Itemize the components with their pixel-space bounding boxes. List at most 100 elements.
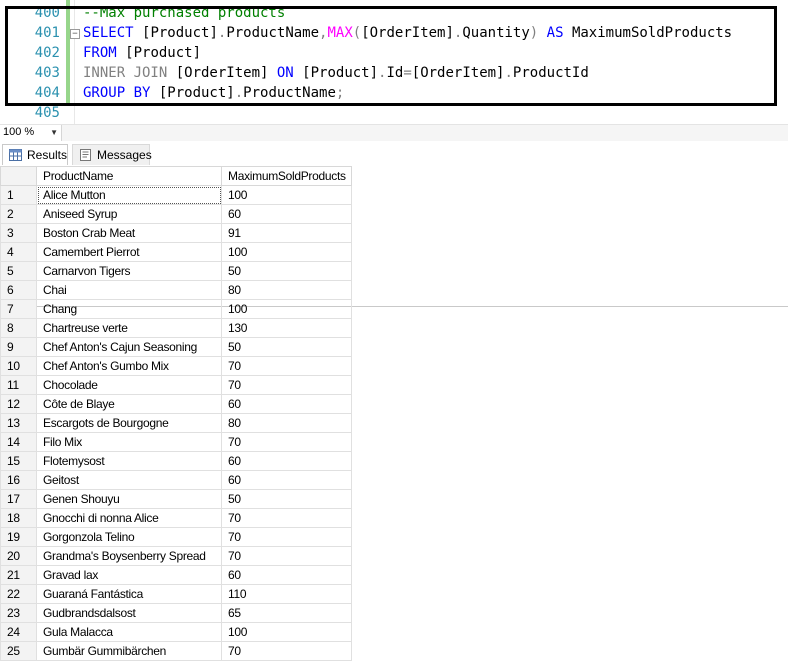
product-name-cell[interactable]: Gorgonzola Telino [36,527,222,547]
table-row[interactable]: 20 Grandma's Boysenberry Spread 70 [0,546,352,566]
product-name-cell[interactable]: Filo Mix [36,432,222,452]
code-line[interactable]: --Max purchased products [83,3,285,23]
row-number-cell[interactable]: 13 [0,413,37,433]
row-number-cell[interactable]: 22 [0,584,37,604]
table-row[interactable]: 23 Gudbrandsdalsost 65 [0,603,352,623]
max-sold-cell[interactable]: 130 [221,318,352,338]
product-name-cell[interactable]: Gudbrandsdalsost [36,603,222,623]
table-row[interactable]: 24 Gula Malacca 100 [0,622,352,642]
row-number-cell[interactable]: 4 [0,242,37,262]
row-number-cell[interactable]: 19 [0,527,37,547]
max-sold-cell[interactable]: 100 [221,242,352,262]
tab-results[interactable]: Results [2,144,68,165]
row-number-cell[interactable]: 1 [0,185,37,205]
table-row[interactable]: 10 Chef Anton's Gumbo Mix 70 [0,356,352,376]
row-number-cell[interactable]: 6 [0,280,37,300]
max-sold-cell[interactable]: 70 [221,356,352,376]
table-row[interactable]: 17 Genen Shouyu 50 [0,489,352,509]
max-sold-cell[interactable]: 60 [221,470,352,490]
code-line[interactable]: SELECT [Product].ProductName,MAX([OrderI… [83,23,732,43]
row-number-cell[interactable]: 7 [0,299,37,319]
max-sold-cell[interactable]: 100 [221,622,352,642]
table-row[interactable]: 4 Camembert Pierrot 100 [0,242,352,262]
row-number-cell[interactable]: 23 [0,603,37,623]
row-number-cell[interactable]: 11 [0,375,37,395]
table-row[interactable]: 18 Gnocchi di nonna Alice 70 [0,508,352,528]
product-name-cell[interactable]: Gnocchi di nonna Alice [36,508,222,528]
table-row[interactable]: 5 Carnarvon Tigers 50 [0,261,352,281]
tab-messages[interactable]: Messages [72,144,152,165]
row-number-cell[interactable]: 18 [0,508,37,528]
row-number-cell[interactable]: 24 [0,622,37,642]
max-sold-cell[interactable]: 70 [221,432,352,452]
table-row[interactable]: 2 Aniseed Syrup 60 [0,204,352,224]
max-sold-cell[interactable]: 70 [221,546,352,566]
max-sold-cell[interactable]: 70 [221,375,352,395]
table-row[interactable]: 22 Guaraná Fantástica 110 [0,584,352,604]
max-sold-cell[interactable]: 91 [221,223,352,243]
table-row[interactable]: 11 Chocolade 70 [0,375,352,395]
query-editor[interactable]: 400 401 402 403 404 405 − --Max purchased pro… [0,0,788,124]
row-number-cell[interactable]: 20 [0,546,37,566]
max-sold-cell[interactable]: 60 [221,204,352,224]
max-sold-cell[interactable]: 60 [221,565,352,585]
table-row[interactable]: 8 Chartreuse verte 130 [0,318,352,338]
max-sold-cell[interactable]: 80 [221,413,352,433]
row-number-cell[interactable]: 5 [0,261,37,281]
product-name-cell[interactable]: Chocolade [36,375,222,395]
collapse-toggle-icon[interactable]: − [70,29,80,39]
product-name-cell[interactable]: Aniseed Syrup [36,204,222,224]
table-row[interactable]: 13 Escargots de Bourgogne 80 [0,413,352,433]
max-sold-cell[interactable]: 100 [221,185,352,205]
max-sold-cell[interactable]: 80 [221,280,352,300]
product-name-cell[interactable]: Gravad lax [36,565,222,585]
chevron-down-icon[interactable]: ▼ [50,125,58,141]
max-sold-cell[interactable]: 60 [221,394,352,414]
table-row[interactable]: 7 Chang 100 [0,299,352,319]
zoom-select[interactable]: 100 % ▼ [0,125,62,141]
max-sold-cell[interactable]: 50 [221,337,352,357]
row-number-cell[interactable]: 3 [0,223,37,243]
table-row[interactable]: 16 Geitost 60 [0,470,352,490]
max-sold-cell[interactable]: 65 [221,603,352,623]
row-number-cell[interactable]: 16 [0,470,37,490]
table-row[interactable]: 21 Gravad lax 60 [0,565,352,585]
product-name-cell[interactable]: Grandma's Boysenberry Spread [36,546,222,566]
results-grid[interactable]: ProductName MaximumSoldProducts 1 Alice M… [0,166,352,661]
product-name-cell[interactable]: Chef Anton's Gumbo Mix [36,356,222,376]
product-name-cell[interactable]: Alice Mutton [36,185,222,205]
product-name-cell[interactable]: Chartreuse verte [36,318,222,338]
row-number-cell[interactable]: 21 [0,565,37,585]
table-row[interactable]: 19 Gorgonzola Telino 70 [0,527,352,547]
column-header-productname[interactable]: ProductName [36,166,222,186]
max-sold-cell[interactable]: 100 [221,299,352,319]
product-name-cell[interactable]: Gula Malacca [36,622,222,642]
max-sold-cell[interactable]: 70 [221,508,352,528]
product-name-cell[interactable]: Escargots de Bourgogne [36,413,222,433]
product-name-cell[interactable]: Côte de Blaye [36,394,222,414]
product-name-cell[interactable]: Flotemysost [36,451,222,471]
table-row[interactable]: 3 Boston Crab Meat 91 [0,223,352,243]
table-row[interactable]: 1 Alice Mutton 100 [0,185,352,205]
grid-corner-cell[interactable] [0,166,37,186]
product-name-cell[interactable]: Camembert Pierrot [36,242,222,262]
table-row[interactable]: 9 Chef Anton's Cajun Seasoning 50 [0,337,352,357]
product-name-cell[interactable]: Guaraná Fantástica [36,584,222,604]
product-name-cell[interactable]: Chef Anton's Cajun Seasoning [36,337,222,357]
row-number-cell[interactable]: 14 [0,432,37,452]
table-row[interactable]: 12 Côte de Blaye 60 [0,394,352,414]
table-row[interactable]: 14 Filo Mix 70 [0,432,352,452]
product-name-cell[interactable]: Geitost [36,470,222,490]
row-number-cell[interactable]: 8 [0,318,37,338]
column-header-maximumsoldproducts[interactable]: MaximumSoldProducts [221,166,352,186]
row-number-cell[interactable]: 10 [0,356,37,376]
max-sold-cell[interactable]: 110 [221,584,352,604]
code-line[interactable]: FROM [Product] [83,43,201,63]
product-name-cell[interactable]: Chai [36,280,222,300]
table-row[interactable]: 6 Chai 80 [0,280,352,300]
product-name-cell[interactable]: Genen Shouyu [36,489,222,509]
code-line[interactable]: GROUP BY [Product].ProductName; [83,83,344,103]
max-sold-cell[interactable]: 50 [221,489,352,509]
table-row[interactable]: 15 Flotemysost 60 [0,451,352,471]
row-number-cell[interactable]: 15 [0,451,37,471]
